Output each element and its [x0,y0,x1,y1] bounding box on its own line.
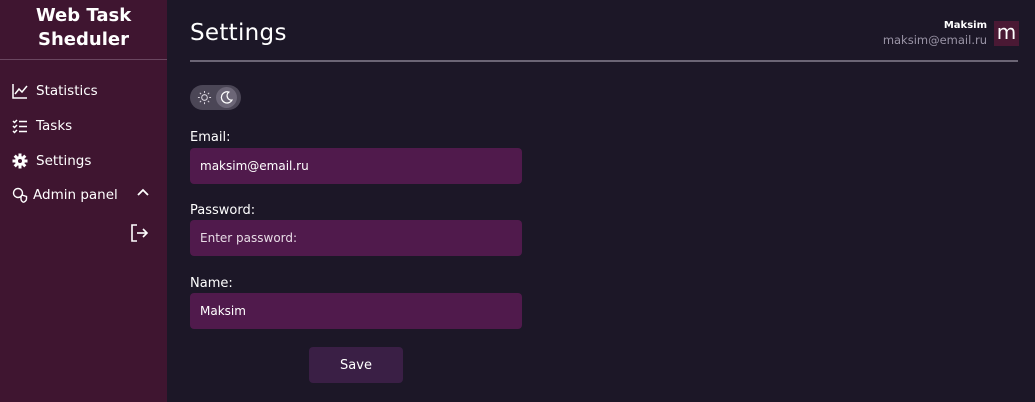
brand-line-1: Web Task [35,5,132,26]
sidebar: Web Task Sheduler Statistics Tasks Setti… [0,0,167,402]
chart-line-icon [11,82,28,99]
save-button[interactable]: Save [309,347,403,383]
header-divider [190,60,1018,62]
name-label: Name: [190,276,233,291]
chevron-up-icon[interactable] [135,185,151,201]
sun-icon [197,90,212,105]
gear-icon [11,152,28,169]
sidebar-item-label: Settings [36,152,92,169]
sidebar-item-statistics[interactable]: Statistics [11,82,98,99]
checklist-icon [11,117,28,134]
user-shield-icon [11,186,28,203]
password-label: Password: [190,203,256,218]
name-field[interactable] [190,293,522,329]
sidebar-item-settings[interactable]: Settings [11,152,91,169]
user-email: maksim@email.ru [882,33,987,47]
user-name: Maksim [943,20,987,31]
email-label: Email: [190,130,231,145]
theme-toggle[interactable] [190,85,241,110]
sidebar-item-label: Tasks [36,117,73,134]
moon-icon [219,90,234,105]
email-field[interactable] [190,148,522,184]
sidebar-item-label: Statistics [36,82,98,99]
avatar[interactable]: m [994,21,1019,46]
password-field[interactable] [190,220,522,256]
sidebar-item-label: Admin panel [33,186,118,203]
brand-line-2: Sheduler [38,29,129,50]
app-brand: Web Task Sheduler [0,0,167,60]
page-title: Settings [190,20,287,46]
logout-icon[interactable] [129,223,149,243]
sidebar-item-admin-panel[interactable]: Admin panel [11,186,118,203]
sidebar-item-tasks[interactable]: Tasks [11,117,72,134]
